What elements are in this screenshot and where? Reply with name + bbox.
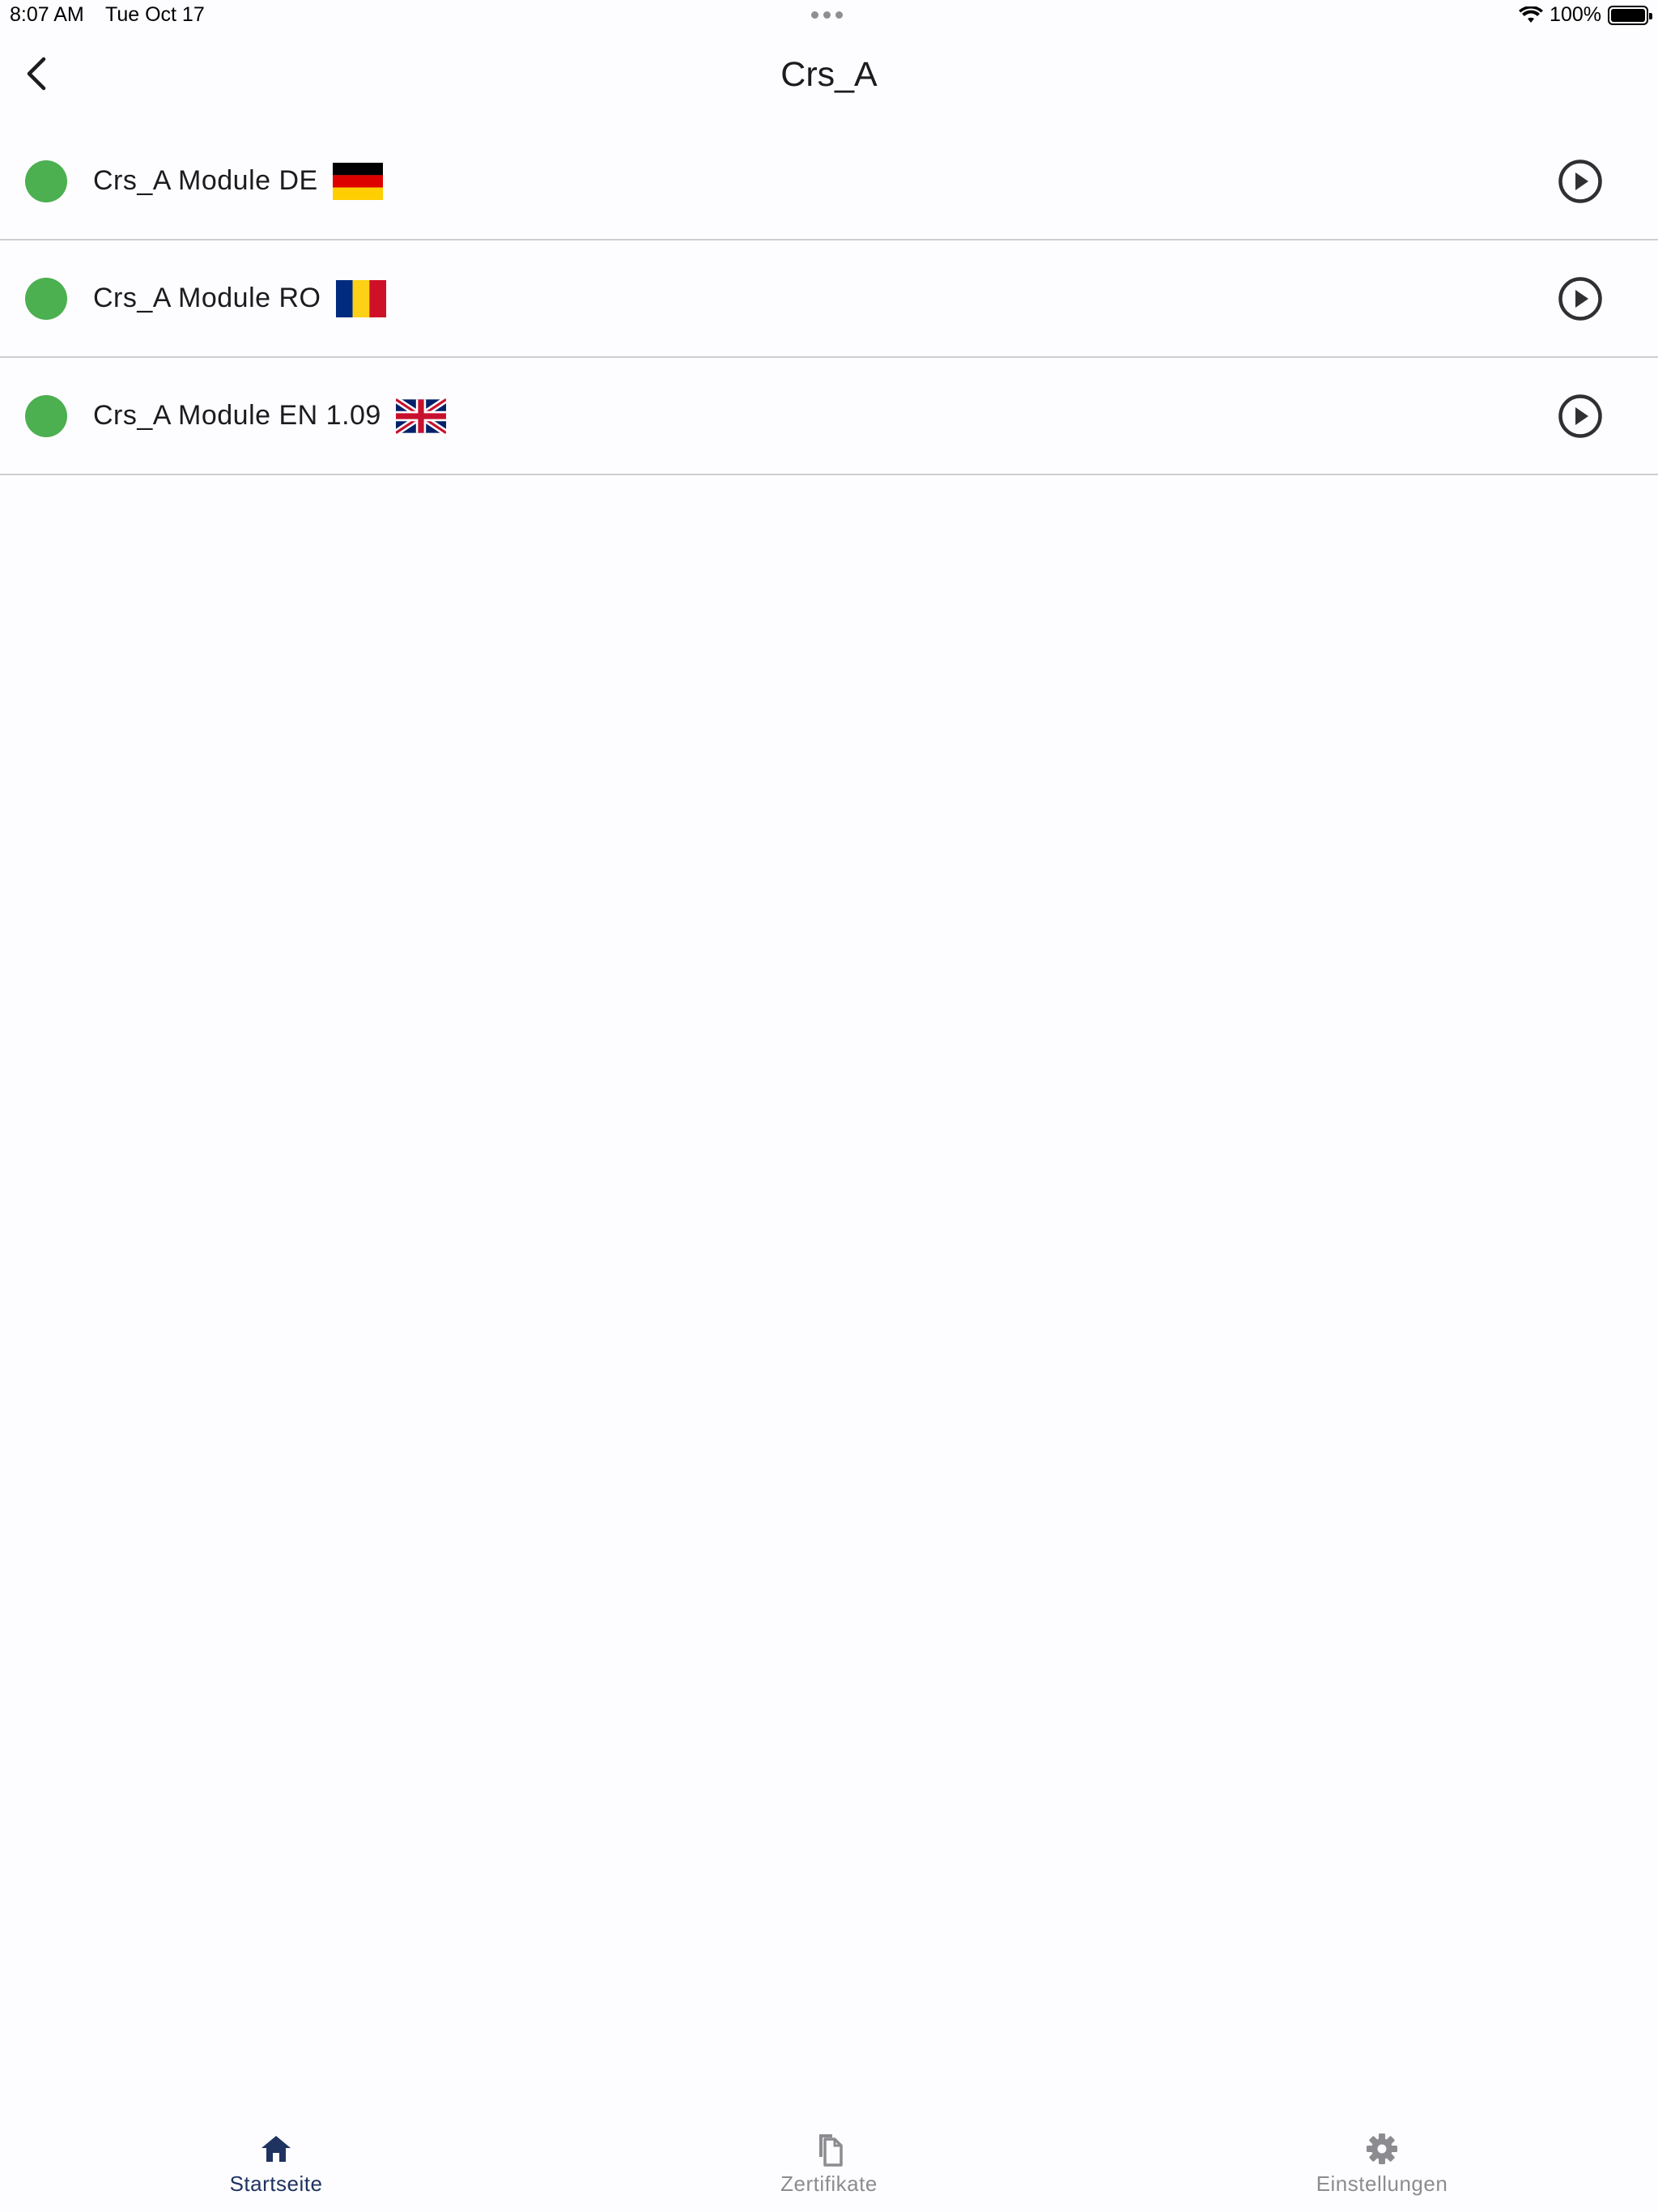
module-list: Crs_A Module DE Crs_A Module RO Crs_A Mo…	[0, 123, 1658, 475]
tab-einstellungen[interactable]: Einstellungen	[1220, 2113, 1544, 2197]
status-complete-icon	[25, 394, 67, 437]
flag-ro-icon	[335, 279, 386, 317]
flag-de-icon	[332, 162, 383, 200]
module-label: Crs_A Module EN 1.09	[93, 400, 381, 431]
status-complete-icon	[25, 160, 67, 202]
tab-startseite[interactable]: Startseite	[114, 2113, 438, 2197]
play-circle-icon[interactable]	[1558, 276, 1603, 321]
bottom-navigation: Startseite Zertifikate Einstellungen	[0, 2113, 1658, 2212]
home-icon	[261, 2136, 291, 2162]
status-bar: 8:07 AM Tue Oct 17 100%	[0, 0, 1658, 32]
module-label: Crs_A Module RO	[93, 283, 321, 313]
status-time: 8:07 AM	[10, 3, 84, 26]
wifi-icon	[1519, 6, 1544, 23]
app-bar: Crs_A	[0, 32, 1658, 123]
module-label-container: Crs_A Module RO	[93, 279, 386, 317]
module-row-ro[interactable]: Crs_A Module RO	[0, 240, 1658, 358]
tab-zertifikate[interactable]: Zertifikate	[667, 2113, 991, 2197]
status-complete-icon	[25, 277, 67, 320]
module-label: Crs_A Module DE	[93, 165, 318, 196]
tab-label: Zertifikate	[780, 2172, 878, 2196]
page-title: Crs_A	[780, 55, 878, 94]
module-row-de[interactable]: Crs_A Module DE	[0, 123, 1658, 240]
status-right: 100%	[1519, 3, 1652, 27]
multitasking-dots-icon[interactable]	[811, 11, 843, 19]
play-circle-icon[interactable]	[1558, 393, 1603, 439]
module-label-container: Crs_A Module EN 1.09	[93, 397, 446, 435]
play-circle-icon[interactable]	[1558, 159, 1603, 204]
documents-icon	[819, 2134, 843, 2167]
module-row-en[interactable]: Crs_A Module EN 1.09	[0, 358, 1658, 475]
tab-label: Startseite	[229, 2172, 323, 2196]
battery-percent: 100%	[1550, 3, 1601, 26]
flag-uk-icon	[395, 397, 446, 435]
module-label-container: Crs_A Module DE	[93, 162, 383, 200]
gear-icon	[1367, 2133, 1397, 2164]
battery-icon	[1608, 5, 1652, 25]
status-date: Tue Oct 17	[105, 3, 205, 26]
tab-label: Einstellungen	[1316, 2172, 1448, 2196]
